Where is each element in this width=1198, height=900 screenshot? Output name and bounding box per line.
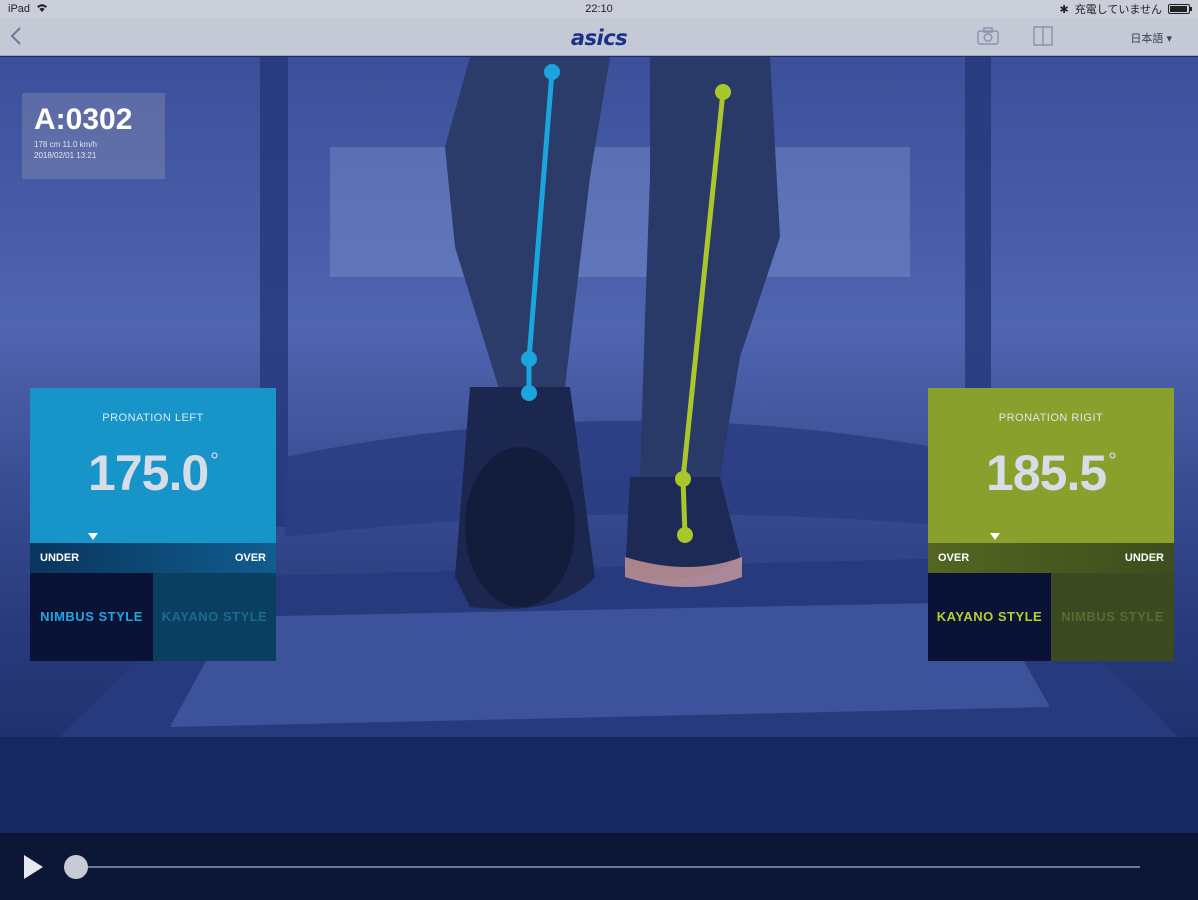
nav-bar: asics 日本語 ▾ [0, 18, 1198, 56]
style-option-kayano[interactable]: KAYANO STYLE [153, 573, 276, 661]
scale-under-label: UNDER [40, 552, 80, 564]
scale-over-label: OVER [234, 552, 266, 564]
asics-logo: asics [570, 26, 628, 50]
playback-track[interactable] [74, 866, 1140, 868]
pronation-left-value: 175.0° [88, 445, 219, 501]
runner-stats: 178 cm 11.0 km/h [34, 140, 97, 149]
play-icon[interactable] [24, 855, 43, 879]
style-option-kayano[interactable]: KAYANO STYLE [928, 573, 1051, 661]
runner-info-card: A:0302 178 cm 11.0 km/h 2018/02/01 13:21 [22, 93, 165, 179]
split-view-icon[interactable] [1031, 26, 1055, 46]
analysis-video: A:0302 178 cm 11.0 km/h 2018/02/01 13:21… [0, 57, 1198, 833]
camera-icon[interactable] [976, 26, 1000, 46]
record-datetime: 2018/02/01 13:21 [34, 151, 97, 160]
charging-status: 充電していません [1074, 4, 1162, 16]
shoe-style-options: KAYANO STYLE NIMBUS STYLE [928, 573, 1174, 661]
pronation-right-value: 185.5° [986, 445, 1117, 501]
pronation-right-marker [990, 533, 1000, 540]
scale-over-label: OVER [938, 552, 970, 564]
pronation-left-title: PRONATION LEFT [102, 412, 204, 424]
status-bar: iPad 22:10 ✱ 充電していません [0, 0, 1198, 18]
playback-bar [0, 833, 1198, 900]
bluetooth-icon: ✱ [1059, 3, 1069, 16]
style-option-nimbus[interactable]: NIMBUS STYLE [30, 573, 153, 661]
playback-thumb[interactable] [64, 855, 88, 879]
pronation-left-scale: UNDER OVER [30, 543, 276, 573]
pronation-right-title: PRONATION RIGIT [998, 412, 1104, 424]
pronation-right-panel: PRONATION RIGIT 185.5° OVER UNDER KAYANO… [928, 388, 1174, 661]
language-selector[interactable]: 日本語 ▾ [1130, 30, 1172, 46]
style-option-nimbus[interactable]: NIMBUS STYLE [1051, 573, 1174, 661]
scale-under-label: UNDER [1124, 552, 1164, 564]
pronation-right-scale: OVER UNDER [928, 543, 1174, 573]
pronation-left-marker [88, 533, 98, 540]
runner-id: A:0302 [34, 103, 133, 136]
status-time: 22:10 [585, 3, 613, 15]
battery-icon [1168, 4, 1192, 14]
shoe-style-options: NIMBUS STYLE KAYANO STYLE [30, 573, 276, 661]
pronation-left-panel: PRONATION LEFT 175.0° UNDER OVER NIMBUS … [30, 388, 276, 661]
